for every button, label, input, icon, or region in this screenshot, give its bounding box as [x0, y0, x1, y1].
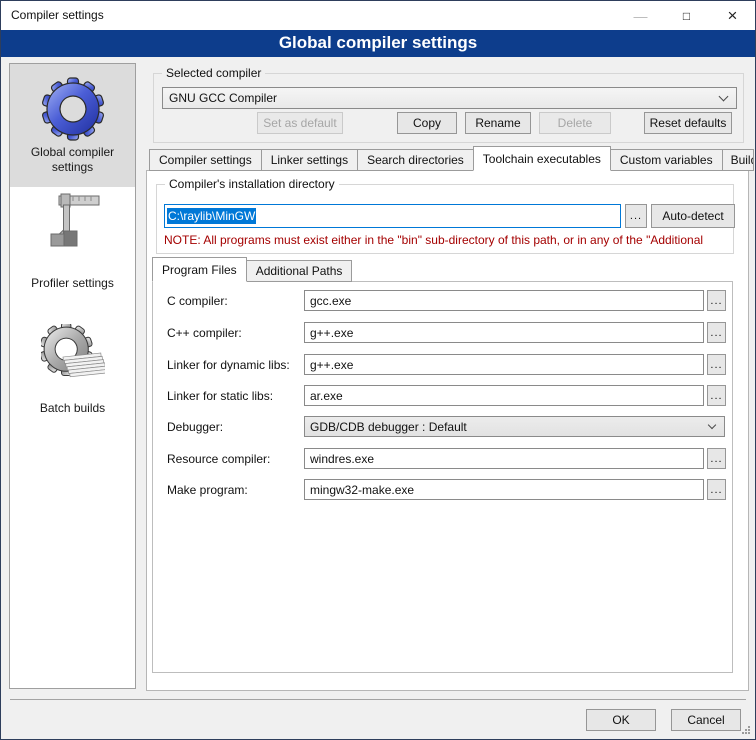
title-bar: Compiler settings — □ × [1, 1, 755, 30]
subtab-additional-paths[interactable]: Additional Paths [246, 260, 353, 282]
make-program-browse-button[interactable]: ... [707, 479, 726, 500]
cpp-compiler-input[interactable]: g++.exe [304, 322, 704, 343]
linker-dynamic-input[interactable]: g++.exe [304, 354, 704, 375]
delete-button[interactable]: Delete [539, 112, 611, 134]
ok-button[interactable]: OK [586, 709, 656, 731]
group-legend: Selected compiler [162, 66, 265, 80]
copy-button[interactable]: Copy [397, 112, 457, 134]
debugger-label: Debugger: [167, 416, 301, 437]
tab-toolchain-executables[interactable]: Toolchain executables [473, 146, 611, 171]
compiler-settings-window: Compiler settings — □ × Global compiler … [0, 0, 756, 740]
minimize-icon: — [634, 8, 648, 24]
resource-compiler-input[interactable]: windres.exe [304, 448, 704, 469]
group-legend: Compiler's installation directory [165, 177, 339, 191]
maximize-button[interactable]: □ [664, 1, 709, 30]
close-icon: × [728, 6, 738, 26]
set-as-default-button[interactable]: Set as default [257, 112, 343, 134]
settings-category-list: Global compiler settings Profiler settin… [9, 63, 136, 689]
blue-gear-icon [41, 77, 105, 141]
minimize-button[interactable]: — [618, 1, 663, 30]
debugger-select[interactable]: GDB/CDB debugger : Default [304, 416, 725, 437]
window-title: Compiler settings [11, 8, 104, 22]
make-program-label: Make program: [167, 479, 301, 500]
selected-compiler-group: Selected compiler GNU GCC Compiler Set a… [153, 73, 744, 143]
tab-linker-settings[interactable]: Linker settings [261, 149, 358, 171]
cancel-button[interactable]: Cancel [671, 709, 741, 731]
compiler-select[interactable]: GNU GCC Compiler [162, 87, 737, 109]
reset-defaults-button[interactable]: Reset defaults [644, 112, 732, 134]
sidebar-item-global-compiler-settings[interactable]: Global compiler settings [10, 64, 135, 187]
tab-search-directories[interactable]: Search directories [357, 149, 474, 171]
linker-static-browse-button[interactable]: ... [707, 385, 726, 406]
c-compiler-label: C compiler: [167, 290, 301, 311]
bin-subdirectory-note: NOTE: All programs must exist either in … [164, 233, 736, 247]
c-compiler-input[interactable]: gcc.exe [304, 290, 704, 311]
installation-directory-input[interactable]: C:\raylib\MinGW [164, 204, 621, 228]
linker-dynamic-label: Linker for dynamic libs: [167, 354, 301, 375]
tab-compiler-settings[interactable]: Compiler settings [149, 149, 262, 171]
tab-custom-variables[interactable]: Custom variables [610, 149, 723, 171]
sidebar-item-label: Batch builds [34, 401, 111, 416]
batch-builds-icon [41, 324, 105, 388]
tab-build-options[interactable]: Build options [722, 149, 754, 171]
program-files-tab-bar: Program Files Additional Paths [152, 256, 351, 282]
settings-tab-bar: Compiler settings Linker settings Search… [149, 146, 756, 171]
rename-button[interactable]: Rename [465, 112, 531, 134]
linker-dynamic-browse-button[interactable]: ... [707, 354, 726, 375]
sidebar-item-profiler-settings[interactable]: Profiler settings [10, 187, 135, 320]
compiler-select-value: GNU GCC Compiler [169, 91, 277, 105]
resource-compiler-browse-button[interactable]: ... [707, 448, 726, 469]
maximize-icon: □ [683, 9, 690, 23]
cpp-compiler-label: C++ compiler: [167, 322, 301, 343]
linker-static-label: Linker for static libs: [167, 385, 301, 406]
selected-path-text: C:\raylib\MinGW [167, 208, 256, 224]
sidebar-item-batch-builds[interactable]: Batch builds [10, 320, 135, 460]
chevron-down-icon [708, 420, 716, 428]
auto-detect-button[interactable]: Auto-detect [651, 204, 735, 228]
footer-divider [10, 699, 746, 700]
page-title: Global compiler settings [1, 30, 755, 57]
chevron-down-icon [719, 92, 729, 102]
resize-grip[interactable] [741, 725, 751, 735]
c-compiler-browse-button[interactable]: ... [707, 290, 726, 311]
debugger-select-value: GDB/CDB debugger : Default [310, 420, 467, 434]
subtab-program-files[interactable]: Program Files [152, 257, 247, 282]
cpp-compiler-browse-button[interactable]: ... [707, 322, 726, 343]
sidebar-item-label: Profiler settings [25, 276, 120, 291]
resource-compiler-label: Resource compiler: [167, 448, 301, 469]
linker-static-input[interactable]: ar.exe [304, 385, 704, 406]
browse-directory-button[interactable]: ... [625, 204, 647, 228]
close-button[interactable]: × [710, 1, 755, 30]
caliper-icon [41, 190, 105, 254]
program-files-panel: C compiler: gcc.exe ... C++ compiler: g+… [152, 281, 733, 673]
make-program-input[interactable]: mingw32-make.exe [304, 479, 704, 500]
sidebar-item-label: Global compiler settings [10, 145, 135, 175]
